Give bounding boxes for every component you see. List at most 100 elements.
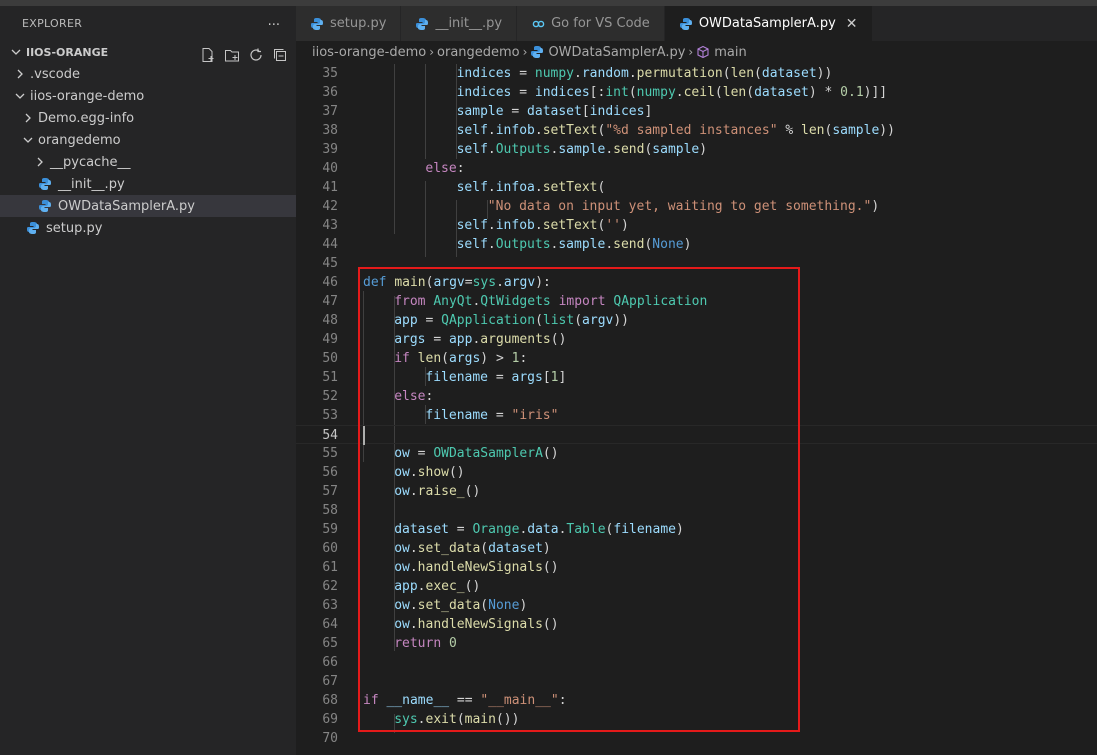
breadcrumb-item[interactable]: orangedemo (437, 45, 520, 60)
chevron-down-icon (20, 132, 36, 148)
line-code: else: (425, 159, 464, 178)
file-item[interactable]: __init__.py (0, 173, 296, 195)
code-token: list (542, 313, 575, 328)
line-number: 56 (322, 465, 338, 480)
new-folder-icon[interactable] (224, 47, 240, 67)
line-number: 52 (322, 389, 338, 404)
tab--init-py[interactable]: __init__.py (401, 6, 518, 41)
code-token: __name__ (386, 693, 450, 708)
refresh-icon[interactable] (248, 47, 264, 67)
folder-item[interactable]: __pycache__ (0, 151, 296, 173)
code-line: 57 ow.raise_() (296, 482, 1097, 501)
code-line: 55 ow = OWDataSamplerA() (296, 444, 1097, 463)
file-item[interactable]: OWDataSamplerA.py (0, 195, 296, 217)
file-item[interactable]: setup.py (0, 217, 296, 239)
code-token: ( (535, 313, 543, 328)
line-number: 46 (322, 275, 338, 290)
line-code: self.infoa.setText( (457, 178, 606, 197)
tab-owdatasamplera-py[interactable]: OWDataSamplerA.py ✕ (664, 6, 873, 41)
new-file-icon[interactable] (200, 47, 216, 67)
line-number: 53 (322, 408, 338, 423)
code-token: filename (425, 370, 489, 385)
code-token: main (464, 712, 496, 727)
line-code: indices = indices[:int(numpy.ceil(len(da… (457, 83, 888, 102)
collapse-all-icon[interactable] (272, 47, 288, 67)
breadcrumb-item[interactable]: iios-orange-demo (312, 45, 426, 60)
code-token: permutation (636, 66, 723, 81)
line-number: 67 (322, 674, 338, 689)
code-token: dataset (754, 85, 809, 100)
code-token: )) (879, 123, 895, 138)
code-editor[interactable]: 35 indices = numpy.random.permutation(len… (296, 64, 1097, 755)
tab-setup-py[interactable]: setup.py (296, 6, 402, 41)
code-token: : (425, 389, 434, 404)
line-number: 35 (322, 66, 338, 81)
code-line: 52 else: (296, 387, 1097, 406)
code-token: main (394, 275, 426, 290)
code-line: 41 self.infoa.setText( (296, 178, 1097, 197)
tab-go-for-vs-code[interactable]: Go for VS Code (517, 6, 665, 41)
close-icon[interactable]: ✕ (846, 16, 858, 32)
code-token: ) (871, 199, 880, 214)
code-token: QApplication (613, 294, 708, 309)
breadcrumb-item[interactable]: OWDataSamplerA.py (548, 45, 685, 60)
code-token: ow (394, 598, 410, 613)
editor-tabs: setup.py __init__.py Go for VS Code OWDataS… (296, 6, 1097, 41)
code-token: Outputs (495, 142, 551, 157)
code-line: 66 (296, 653, 1097, 672)
python-file-icon (38, 177, 52, 191)
line-number: 61 (322, 560, 338, 575)
code-token: . (409, 484, 418, 499)
code-token: % (777, 123, 801, 138)
code-line: 67 (296, 672, 1097, 691)
code-token: app (448, 332, 473, 347)
line-number: 70 (322, 731, 338, 746)
line-code: self.Outputs.sample.send(None) (457, 235, 692, 254)
code-token: AnyQt (433, 294, 473, 309)
code-token: ( (456, 712, 465, 727)
line-code: "No data on input yet, waiting to get so… (488, 197, 879, 216)
code-token: ( (480, 541, 489, 556)
line-number: 55 (322, 446, 338, 461)
folder-item[interactable]: iios-orange-demo (0, 85, 296, 107)
code-token: ] (644, 104, 653, 119)
code-token: sample (558, 142, 606, 157)
code-token: def (363, 275, 387, 290)
code-token: [ (581, 104, 590, 119)
code-token: sample (456, 104, 504, 119)
code-token: None (652, 237, 684, 252)
code-token: . (605, 142, 614, 157)
chevron-right-icon: › (429, 45, 435, 59)
code-token: indices (456, 66, 512, 81)
code-line: 36 indices = indices[:int(numpy.ceil(len(… (296, 83, 1097, 102)
code-token: ) (620, 218, 629, 233)
code-token: . (417, 579, 426, 594)
line-number: 47 (322, 294, 338, 309)
folder-item[interactable]: Demo.egg-info (0, 107, 296, 129)
folder-item[interactable]: orangedemo (0, 129, 296, 151)
line-code: dataset = Orange.data.Table(filename) (394, 520, 684, 539)
more-actions-icon[interactable]: ··· (268, 18, 280, 33)
code-token: indices (456, 85, 512, 100)
code-line: 46 def main(argv=sys.argv): (296, 273, 1097, 292)
text-cursor (363, 426, 365, 445)
tab-label: OWDataSamplerA.py (698, 16, 836, 31)
code-token: : (519, 351, 528, 366)
code-token: infoa (495, 180, 535, 195)
code-token: . (605, 237, 614, 252)
code-line: 45 (296, 254, 1097, 273)
code-line: 59 dataset = Orange.data.Table(filename) (296, 520, 1097, 539)
code-token: indices (534, 85, 590, 100)
code-token: show (417, 465, 449, 480)
explorer-title: EXPLORER (22, 17, 83, 30)
code-token: ): (535, 275, 551, 290)
line-number: 59 (322, 522, 338, 537)
tree-item-label: orangedemo (38, 132, 121, 148)
tree-item-label: setup.py (46, 220, 103, 236)
code-token: handleNewSignals (417, 617, 543, 632)
code-token: )]] (863, 85, 888, 100)
code-token: "__main__" (480, 693, 559, 708)
code-line: 50 if len(args) > 1: (296, 349, 1097, 368)
breadcrumb-item[interactable]: main (714, 45, 746, 60)
